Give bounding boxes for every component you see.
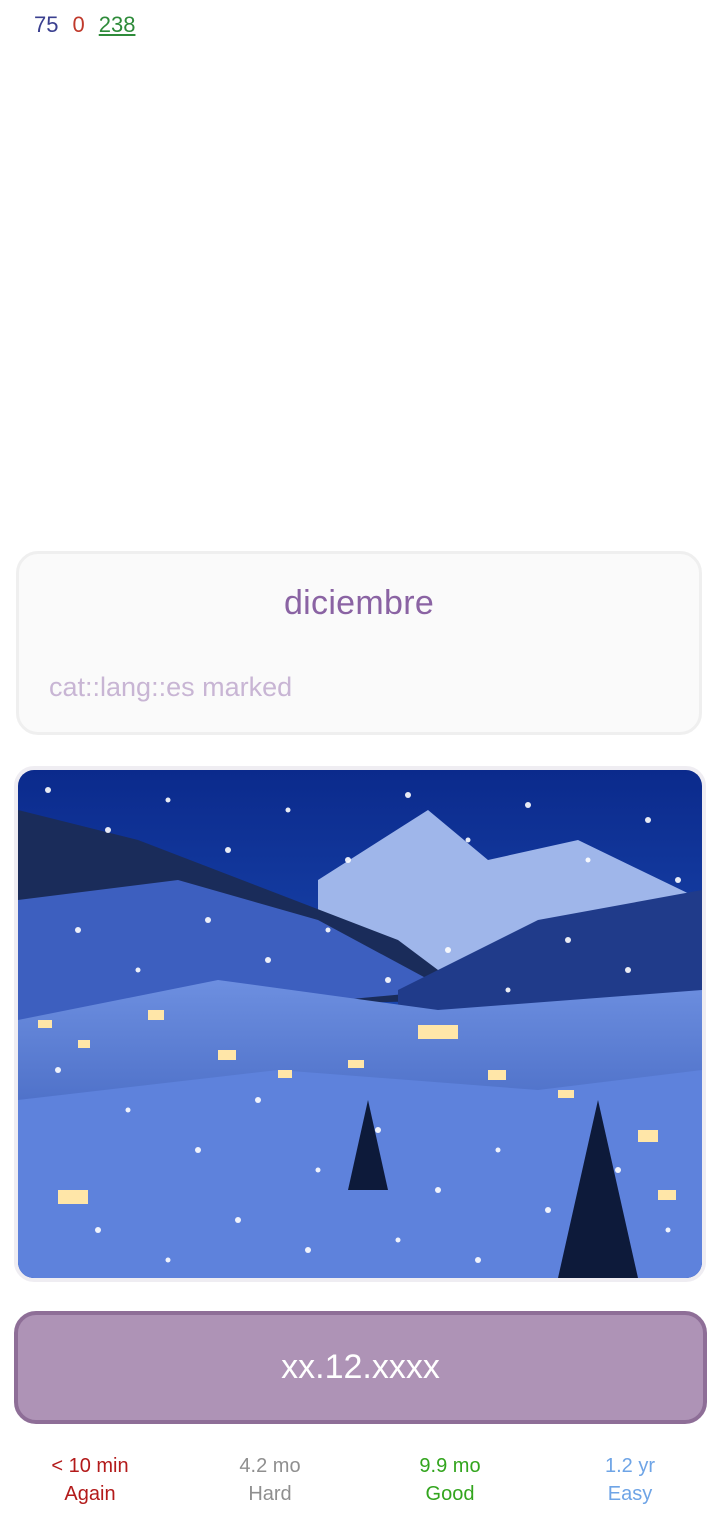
- again-button[interactable]: < 10 min Again: [0, 1452, 180, 1508]
- answer-box[interactable]: xx.12.xxxx: [14, 1311, 707, 1424]
- good-button[interactable]: 9.9 mo Good: [360, 1452, 540, 1508]
- snowy-village-image: [18, 770, 702, 1278]
- review-count[interactable]: 238: [99, 12, 136, 38]
- answer-text: xx.12.xxxx: [281, 1348, 440, 1386]
- card-counts: 75 0 238: [34, 12, 135, 38]
- easy-button[interactable]: 1.2 yr Easy: [540, 1452, 720, 1508]
- hard-interval: 4.2 mo: [239, 1455, 301, 1477]
- question-card: diciembre cat::lang::es marked: [16, 551, 702, 735]
- hard-button[interactable]: 4.2 mo Hard: [180, 1452, 360, 1508]
- again-interval: < 10 min: [51, 1455, 129, 1477]
- card-image: [14, 766, 706, 1282]
- easy-label: Easy: [607, 1483, 653, 1505]
- good-interval: 9.9 mo: [419, 1455, 481, 1477]
- again-label: Again: [64, 1483, 116, 1505]
- learning-count: 0: [72, 12, 85, 37]
- hard-label: Hard: [248, 1483, 292, 1505]
- card-word: diciembre: [283, 584, 435, 622]
- good-label: Good: [425, 1483, 475, 1505]
- card-tags: cat::lang::es marked: [49, 672, 293, 702]
- easy-interval: 1.2 yr: [604, 1455, 656, 1477]
- new-count: 75: [34, 12, 59, 37]
